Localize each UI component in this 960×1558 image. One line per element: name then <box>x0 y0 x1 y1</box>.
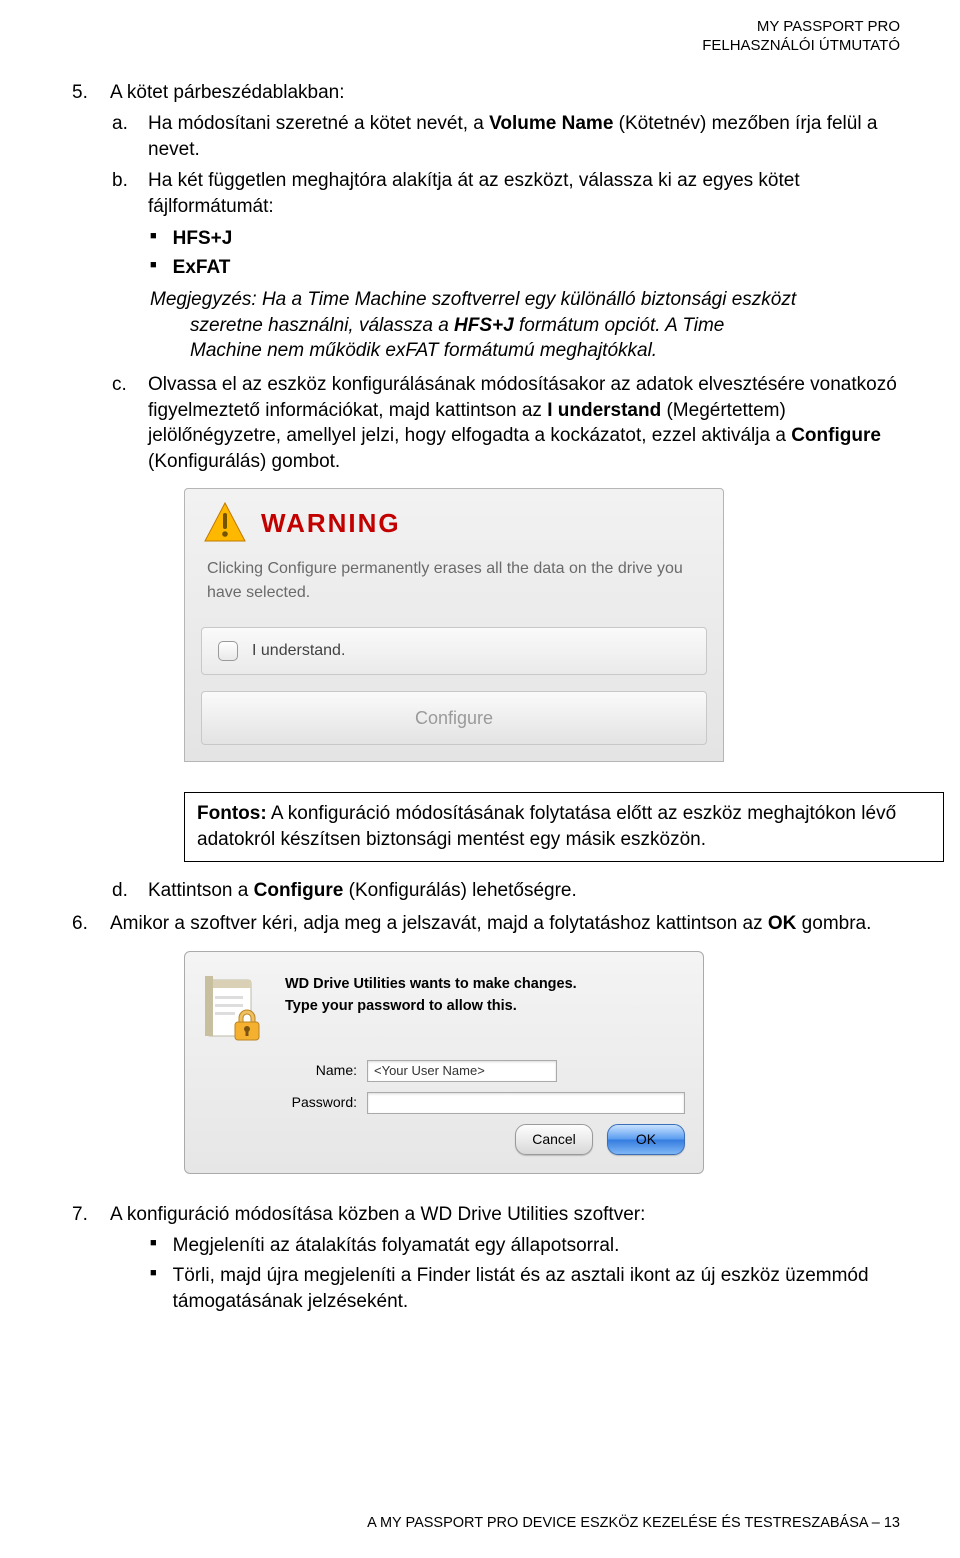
warning-header: WARNING <box>185 489 723 547</box>
auth-dialog: WD Drive Utilities wants to make changes… <box>184 951 704 1174</box>
name-label: Name: <box>271 1061 357 1080</box>
configure-button[interactable]: Configure <box>201 691 707 745</box>
step-5: 5. A kötet párbeszédablakban: <box>72 80 900 106</box>
step-5a: a. Ha módosítani szeretné a kötet nevét,… <box>72 111 900 162</box>
warning-panel: WARNING Clicking Configure permanently e… <box>184 488 724 762</box>
step-5d-text: Kattintson a Configure (Konfigurálás) le… <box>148 878 577 904</box>
cancel-button[interactable]: Cancel <box>515 1124 593 1155</box>
step-7-bullet-2: ■ Törli, majd újra megjeleníti a Finder … <box>72 1263 900 1314</box>
square-bullet-icon: ■ <box>150 255 157 281</box>
auth-password-row: Password: <box>203 1092 685 1114</box>
ok-button[interactable]: OK <box>607 1124 685 1155</box>
step-5c-num: c. <box>112 372 136 475</box>
header-product: MY PASSPORT PRO <box>60 18 900 37</box>
step-7-num: 7. <box>72 1202 98 1228</box>
understand-checkbox[interactable] <box>218 641 238 661</box>
warning-title: WARNING <box>261 506 401 541</box>
note-block: Megjegyzés: Ha a Time Machine szoftverre… <box>72 287 900 313</box>
step-5-intro: A kötet párbeszédablakban: <box>110 80 345 106</box>
page-header: MY PASSPORT PRO FELHASZNÁLÓI ÚTMUTATÓ <box>60 18 900 56</box>
note-line-3: Machine nem működik exFAT formátumú megh… <box>72 338 900 364</box>
step-5c: c. Olvassa el az eszköz konfigurálásának… <box>72 372 900 475</box>
step-7-intro: A konfiguráció módosítása közben a WD Dr… <box>110 1202 645 1228</box>
step-7-bullet-1: ■ Megjeleníti az átalakítás folyamatát e… <box>72 1233 900 1259</box>
step-5-num: 5. <box>72 80 98 106</box>
name-input[interactable] <box>367 1060 557 1082</box>
step-5c-text: Olvassa el az eszköz konfigurálásának mó… <box>148 372 900 475</box>
step-5d-num: d. <box>112 878 136 904</box>
important-callout: Fontos: A konfiguráció módosításának fol… <box>184 792 944 861</box>
note-line-2: szeretne használni, válassza a HFS+J for… <box>72 313 900 339</box>
warning-icon <box>203 501 247 545</box>
bullet-hfsj: ■ HFS+J <box>72 226 900 252</box>
header-subtitle: FELHASZNÁLÓI ÚTMUTATÓ <box>60 37 900 56</box>
warning-body: Clicking Configure permanently erases al… <box>185 547 723 623</box>
step-5b-text: Ha két független meghajtóra alakítja át … <box>148 168 900 219</box>
understand-row[interactable]: I understand. <box>201 627 707 675</box>
auth-message: WD Drive Utilities wants to make changes… <box>285 970 577 1018</box>
step-5a-text: Ha módosítani szeretné a kötet nevét, a … <box>148 111 900 162</box>
lock-icon <box>203 970 267 1042</box>
understand-label: I understand. <box>252 640 345 662</box>
square-bullet-icon: ■ <box>150 1263 157 1314</box>
step-5d: d. Kattintson a Configure (Konfigurálás)… <box>72 878 900 904</box>
step-6-text: Amikor a szoftver kéri, adja meg a jelsz… <box>110 911 871 937</box>
main-content: 5. A kötet párbeszédablakban: a. Ha módo… <box>60 80 900 1315</box>
password-label: Password: <box>271 1093 357 1112</box>
step-5a-num: a. <box>112 111 136 162</box>
step-6-num: 6. <box>72 911 98 937</box>
step-6: 6. Amikor a szoftver kéri, adja meg a je… <box>72 911 900 937</box>
step-5b: b. Ha két független meghajtóra alakítja … <box>72 168 900 219</box>
page-footer: A MY PASSPORT PRO DEVICE ESZKÖZ KEZELÉSE… <box>367 1514 900 1534</box>
bullet-exfat: ■ ExFAT <box>72 255 900 281</box>
password-input[interactable] <box>367 1092 685 1114</box>
step-5b-num: b. <box>112 168 136 219</box>
square-bullet-icon: ■ <box>150 226 157 252</box>
auth-name-row: Name: <box>203 1060 685 1082</box>
square-bullet-icon: ■ <box>150 1233 157 1259</box>
step-7: 7. A konfiguráció módosítása közben a WD… <box>72 1202 900 1228</box>
